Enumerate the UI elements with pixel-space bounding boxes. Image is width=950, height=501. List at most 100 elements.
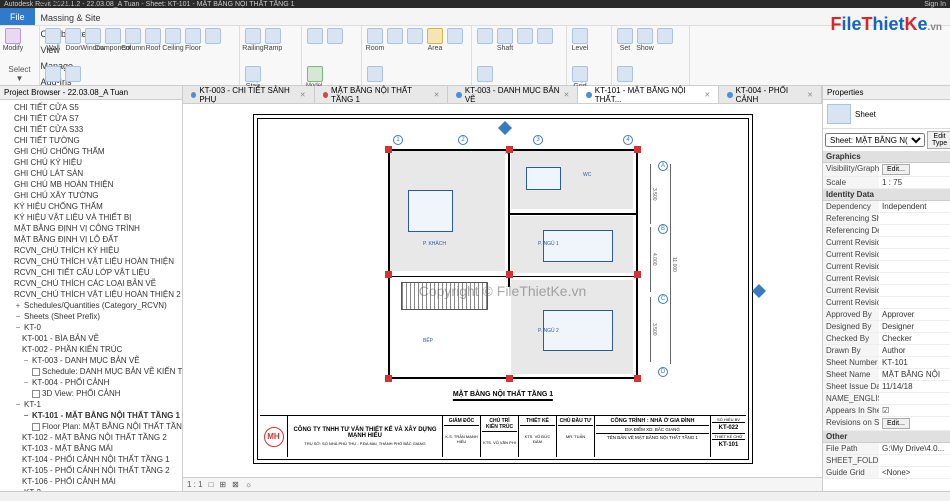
project-browser-item[interactable]: RCVN_CHÚ THÍCH VẬT LIỆU HOÀN THIỆN: [0, 256, 182, 267]
property-value[interactable]: [879, 273, 950, 284]
project-browser-item[interactable]: KT-001 - BÌA BẢN VẼ: [0, 333, 182, 344]
property-value[interactable]: Checker: [879, 333, 950, 344]
property-value[interactable]: Designer: [879, 321, 950, 332]
project-browser-item[interactable]: KT-103 - MẶT BẰNG MÁI: [0, 443, 182, 454]
project-browser-item[interactable]: RCVN_CHI TIẾT CẤU LỚP VẬT LIỆU: [0, 267, 182, 278]
close-icon[interactable]: ✕: [704, 91, 710, 99]
railing-button[interactable]: Railing: [244, 28, 262, 64]
property-row[interactable]: Current Revisio...: [823, 237, 950, 249]
ref-plane-button[interactable]: [656, 28, 674, 64]
properties-type[interactable]: Sheet: [823, 100, 950, 129]
vc-icon[interactable]: ⊠: [232, 480, 239, 489]
property-value[interactable]: Author: [879, 345, 950, 356]
project-browser-item[interactable]: GHI CHÚ LÁT SÀN: [0, 168, 182, 179]
property-value[interactable]: MẶT BẰNG NỘI: [879, 369, 950, 380]
project-browser-item[interactable]: Schedule: DANH MỤC BẢN VẼ KIẾN TRÚC: [0, 366, 182, 377]
document-tab[interactable]: MẶT BẰNG NỘI THẤT TẦNG 1✕: [315, 86, 449, 103]
project-browser-item[interactable]: −KT-003 - DANH MỤC BẢN VẼ: [0, 355, 182, 366]
property-value[interactable]: Edit...: [879, 163, 950, 176]
project-browser-item[interactable]: −KT-1: [0, 399, 182, 410]
property-row[interactable]: Drawn ByAuthor: [823, 345, 950, 357]
column-button[interactable]: Column: [124, 28, 142, 64]
project-browser-item[interactable]: CHI TIẾT TƯỜNG: [0, 135, 182, 146]
property-value[interactable]: 11/14/18: [879, 381, 950, 392]
property-value[interactable]: [879, 249, 950, 260]
project-browser-item[interactable]: MẶT BẰNG ĐỊNH VỊ LÔ ĐẤT: [0, 234, 182, 245]
property-row[interactable]: Current Revisio...: [823, 285, 950, 297]
type-selector[interactable]: Sheet: MẶT BẰNG N(: [825, 133, 925, 147]
ribbon-tab-massingsite[interactable]: Massing & Site: [35, 10, 109, 26]
property-row[interactable]: Approved ByApprover: [823, 309, 950, 321]
viewport[interactable]: 1 2 3 4 A B C D 1.850 4.100 1.000 4.100 …: [183, 104, 822, 477]
level-button[interactable]: Level: [571, 28, 589, 64]
modify-button[interactable]: Modify: [4, 28, 22, 64]
close-icon[interactable]: ✕: [807, 91, 813, 99]
project-browser-item[interactable]: RCVN_CHÚ THÍCH KÝ HIỆU: [0, 245, 182, 256]
ribbon-tab-analyze[interactable]: Analyze: [35, 0, 109, 10]
vc-icon[interactable]: □: [209, 480, 214, 489]
property-row[interactable]: Scale1 : 75: [823, 177, 950, 189]
edit-type-button[interactable]: Edit Type: [927, 131, 950, 149]
property-row[interactable]: Sheet NameMẶT BẰNG NỘI: [823, 369, 950, 381]
show-button[interactable]: Show: [636, 28, 654, 64]
project-browser-item[interactable]: KÝ HIỆU CHỐNG THẤM: [0, 201, 182, 212]
room-button[interactable]: Room: [366, 28, 384, 64]
project-browser-item[interactable]: +Schedules/Quantities (Category_RCVN): [0, 300, 182, 311]
wall-opening-button[interactable]: [516, 28, 534, 64]
property-value[interactable]: ☑: [879, 405, 950, 416]
by-face-button[interactable]: [476, 28, 494, 64]
property-value[interactable]: [879, 297, 950, 308]
document-tab[interactable]: KT-003 - CHI TIẾT SẢNH PHỤ✕: [183, 86, 315, 103]
vertical-button[interactable]: [536, 28, 554, 64]
project-browser-item[interactable]: KÝ HIỆU VẬT LIỆU VÀ THIẾT BỊ: [0, 212, 182, 223]
property-row[interactable]: Sheet Issue Date11/14/18: [823, 381, 950, 393]
property-row[interactable]: Current Revisio...: [823, 249, 950, 261]
scale-label[interactable]: 1 : 1: [187, 480, 203, 489]
property-value[interactable]: [879, 237, 950, 248]
view-controls[interactable]: 1 : 1 □ ⊞ ⊠ ☼: [183, 477, 822, 491]
property-row[interactable]: DependencyIndependent: [823, 201, 950, 213]
vc-icon[interactable]: ⊞: [219, 480, 226, 489]
project-browser-item[interactable]: 3D View: PHỐI CẢNH: [0, 388, 182, 399]
project-browser-item[interactable]: −KT-004 - PHỐI CẢNH: [0, 377, 182, 388]
project-browser-item[interactable]: CHI TIẾT CỬA S5: [0, 102, 182, 113]
property-row[interactable]: NAME_ENGLISH: [823, 393, 950, 405]
property-value[interactable]: Approver: [879, 309, 950, 320]
project-browser-item[interactable]: CHI TIẾT CỬA S33: [0, 124, 182, 135]
project-browser-item[interactable]: KT-105 - PHỐI CẢNH NỘI THẤT TẦNG 2: [0, 465, 182, 476]
project-browser-item[interactable]: −Sheets (Sheet Prefix): [0, 311, 182, 322]
property-value[interactable]: G:\My Drive\4.0...: [879, 443, 950, 454]
project-browser-item[interactable]: −KT-0: [0, 322, 182, 333]
project-browser[interactable]: Project Browser - 22.03.08_A Tuan CHI TI…: [0, 86, 183, 491]
component-button[interactable]: Component: [104, 28, 122, 64]
property-value[interactable]: [879, 393, 950, 404]
property-value[interactable]: [879, 285, 950, 296]
property-section-header[interactable]: Identity Data: [823, 189, 950, 201]
close-icon[interactable]: ✕: [300, 91, 306, 99]
shaft-button[interactable]: Shaft: [496, 28, 514, 64]
close-icon[interactable]: ✕: [434, 91, 440, 99]
vc-icon[interactable]: ☼: [245, 480, 252, 489]
project-browser-item[interactable]: MẶT BẰNG ĐỊNH VỊ CÔNG TRÌNH: [0, 223, 182, 234]
property-value[interactable]: [879, 455, 950, 466]
floor-button[interactable]: Floor: [184, 28, 202, 64]
property-value[interactable]: 1 : 75: [879, 177, 950, 188]
project-browser-item[interactable]: KT-106 - PHỐI CẢNH MÁI: [0, 476, 182, 487]
close-icon[interactable]: ✕: [564, 91, 570, 99]
project-browser-item[interactable]: −KT-2: [0, 487, 182, 491]
property-row[interactable]: Current Revisio...: [823, 273, 950, 285]
property-value[interactable]: Edit...: [879, 417, 950, 430]
property-row[interactable]: Referencing Sh...: [823, 213, 950, 225]
project-browser-item[interactable]: −KT-101 - MẶT BẰNG NỘI THẤT TẦNG 1: [0, 410, 182, 421]
ramp-button[interactable]: Ramp: [264, 28, 282, 64]
property-row[interactable]: Guide Grid<None>: [823, 467, 950, 479]
door-button[interactable]: Door: [64, 28, 82, 64]
project-browser-item[interactable]: GHI CHÚ MB HOÀN THIỆN: [0, 179, 182, 190]
property-row[interactable]: Appears In Shee...☑: [823, 405, 950, 417]
document-tab[interactable]: KT-101 - MẶT BẰNG NỘI THẤT...✕: [578, 86, 719, 103]
project-browser-item[interactable]: KT-104 - PHỐI CẢNH NỘI THẤT TẦNG 1: [0, 454, 182, 465]
property-value[interactable]: KT-101: [879, 357, 950, 368]
project-browser-item[interactable]: RCVN_CHÚ THÍCH CÁC LOẠI BẢN VẼ: [0, 278, 182, 289]
room-sep-button[interactable]: [386, 28, 404, 64]
project-browser-item[interactable]: CHI TIẾT CỬA S7: [0, 113, 182, 124]
